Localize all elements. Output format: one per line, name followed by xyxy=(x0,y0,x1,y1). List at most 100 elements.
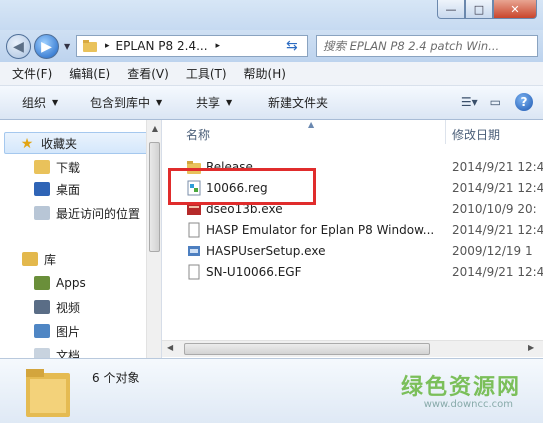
column-header-name[interactable]: 名称 xyxy=(186,126,210,143)
nav-item-documents[interactable]: 文档 xyxy=(34,344,80,358)
nav-item-label: 文档 xyxy=(56,348,81,359)
organize-label: 组织 xyxy=(22,96,47,110)
maximize-button[interactable]: □ xyxy=(465,0,493,19)
file-date: 2009/12/19 1 xyxy=(452,243,533,258)
documents-library-icon xyxy=(34,348,50,358)
view-controls: ☰▾ ▭ ? xyxy=(449,93,533,111)
nav-libraries[interactable]: 库 xyxy=(22,248,56,270)
search-placeholder: 搜索 EPLAN P8 2.4 patch Win... xyxy=(323,39,500,53)
nav-item-desktop[interactable]: 桌面 xyxy=(34,178,80,200)
videos-library-icon xyxy=(34,300,50,314)
scrollbar-thumb[interactable] xyxy=(149,142,160,252)
back-arrow-icon: ◀ xyxy=(13,38,24,55)
watermark-url: www.downcc.com xyxy=(423,399,513,410)
file-name: HASP Emulator for Eplan P8 Window... xyxy=(206,222,435,237)
nav-item-label: 视频 xyxy=(56,300,81,315)
address-bar[interactable]: ▸ EPLAN P8 2.4... ▸ xyxy=(76,35,308,57)
scrollbar-thumb[interactable] xyxy=(184,343,430,355)
title-bar: — □ ✕ xyxy=(0,0,543,30)
nav-item-label: 桌面 xyxy=(56,182,81,197)
document-icon xyxy=(188,264,200,279)
nav-item-videos[interactable]: 视频 xyxy=(34,296,80,318)
pictures-library-icon xyxy=(34,324,50,338)
breadcrumb-arrow-icon[interactable]: ▸ xyxy=(105,41,110,51)
share-button[interactable]: 共享 ▼ xyxy=(196,94,232,111)
column-separator[interactable] xyxy=(445,120,446,144)
new-folder-label: 新建文件夹 xyxy=(268,96,329,110)
menu-tools[interactable]: 工具(T) xyxy=(186,65,227,82)
nav-favorites[interactable]: ★ 收藏夹 xyxy=(4,132,150,154)
back-button[interactable]: ◀ xyxy=(6,34,31,59)
watermark-logo: 绿色资源网 xyxy=(400,375,521,400)
nav-favorites-label: 收藏夹 xyxy=(41,136,78,151)
breadcrumb-path[interactable]: EPLAN P8 2.4... xyxy=(116,39,208,53)
menu-edit[interactable]: 编辑(E) xyxy=(69,65,110,82)
nav-item-downloads[interactable]: 下载 xyxy=(34,156,80,178)
scroll-right-icon[interactable]: ▶ xyxy=(528,343,534,352)
file-row-hasp-emulator[interactable]: HASP Emulator for Eplan P8 Window... 201… xyxy=(182,219,543,240)
breadcrumb-arrow-icon[interactable]: ▸ xyxy=(216,41,221,51)
navigation-pane: ★ 收藏夹 下载 桌面 最近访问的位置 库 Apps 视频 图片 文档 ▲ xyxy=(0,120,162,358)
file-name: HASPUserSetup.exe xyxy=(206,243,326,258)
details-pane: 6 个对象 绿色资源网 www.downcc.com xyxy=(0,358,543,423)
minimize-button[interactable]: — xyxy=(437,0,465,19)
command-bar: 组织 ▼ 包含到库中 ▼ 共享 ▼ 新建文件夹 ☰▾ ▭ ? xyxy=(0,86,543,120)
nav-item-label: 图片 xyxy=(56,324,81,339)
refresh-icon[interactable]: ⇆ xyxy=(286,38,298,54)
organize-button[interactable]: 组织 ▼ xyxy=(22,94,58,111)
forward-arrow-icon: ▶ xyxy=(41,38,52,55)
recent-pages-dropdown[interactable]: ▼ xyxy=(64,42,70,51)
help-icon[interactable]: ? xyxy=(515,93,533,111)
window-controls: — □ ✕ xyxy=(437,0,537,19)
folder-icon xyxy=(83,40,97,52)
address-row: ◀ ▶ ▼ ▸ EPLAN P8 2.4... ▸ ⇆ 搜索 EPLAN P8 … xyxy=(0,30,543,62)
column-header-date-modified[interactable]: 修改日期 xyxy=(452,126,500,143)
large-folder-icon xyxy=(26,369,70,417)
star-icon: ★ xyxy=(20,136,34,152)
nav-item-apps[interactable]: Apps xyxy=(34,272,86,294)
include-in-library-label: 包含到库中 xyxy=(90,96,151,110)
file-list-horizontal-scrollbar[interactable]: ◀ ▶ xyxy=(162,340,543,357)
view-options-icon[interactable]: ☰▾ xyxy=(461,95,478,109)
libraries-icon xyxy=(22,252,38,266)
close-button[interactable]: ✕ xyxy=(493,0,537,19)
forward-button[interactable]: ▶ xyxy=(34,34,59,59)
menu-bar: 文件(F) 编辑(E) 查看(V) 工具(T) 帮助(H) xyxy=(0,62,543,86)
downloads-folder-icon xyxy=(34,160,50,174)
apps-library-icon xyxy=(34,276,50,290)
chevron-down-icon: ▼ xyxy=(156,98,163,107)
file-row-haspusersetup[interactable]: HASPUserSetup.exe 2009/12/19 1 xyxy=(182,240,543,261)
file-date: 2014/9/21 12:4 xyxy=(452,159,543,174)
recent-places-icon xyxy=(34,206,50,220)
file-date: 2014/9/21 12:4 xyxy=(452,180,543,195)
nav-item-recent-places[interactable]: 最近访问的位置 xyxy=(34,202,140,224)
file-date: 2014/9/21 12:4 xyxy=(452,264,543,279)
document-icon xyxy=(188,222,200,237)
file-date: 2010/10/9 20: xyxy=(452,201,537,216)
nav-item-label: 最近访问的位置 xyxy=(56,206,141,221)
highlight-annotation-box xyxy=(168,168,316,205)
nav-item-label: 下载 xyxy=(56,160,81,175)
include-in-library-button[interactable]: 包含到库中 ▼ xyxy=(90,94,162,111)
file-name: SN-U10066.EGF xyxy=(206,264,302,279)
file-date: 2014/9/21 12:4 xyxy=(452,222,543,237)
menu-view[interactable]: 查看(V) xyxy=(127,65,169,82)
preview-pane-icon[interactable]: ▭ xyxy=(490,95,501,109)
nav-libraries-label: 库 xyxy=(44,252,57,267)
menu-help[interactable]: 帮助(H) xyxy=(244,65,286,82)
chevron-down-icon: ▼ xyxy=(52,98,59,107)
item-count: 6 个对象 xyxy=(92,371,140,385)
nav-vertical-scrollbar[interactable]: ▲ xyxy=(146,120,161,358)
menu-file[interactable]: 文件(F) xyxy=(12,65,52,82)
new-folder-button[interactable]: 新建文件夹 xyxy=(268,94,328,111)
file-row-sn-u10066[interactable]: SN-U10066.EGF 2014/9/21 12:4 xyxy=(182,261,543,282)
sort-ascending-icon: ▲ xyxy=(308,120,315,129)
file-list-pane: ▲ 名称 修改日期 Release 2014/9/21 12:4 10066.r… xyxy=(162,120,543,358)
search-input[interactable]: 搜索 EPLAN P8 2.4 patch Win... xyxy=(316,35,538,57)
nav-item-label: Apps xyxy=(56,276,86,290)
scroll-left-icon[interactable]: ◀ xyxy=(167,343,173,352)
setup-exe-icon xyxy=(188,245,200,256)
chevron-down-icon: ▼ xyxy=(226,98,233,107)
nav-item-pictures[interactable]: 图片 xyxy=(34,320,80,342)
scroll-up-icon[interactable]: ▲ xyxy=(147,120,161,136)
